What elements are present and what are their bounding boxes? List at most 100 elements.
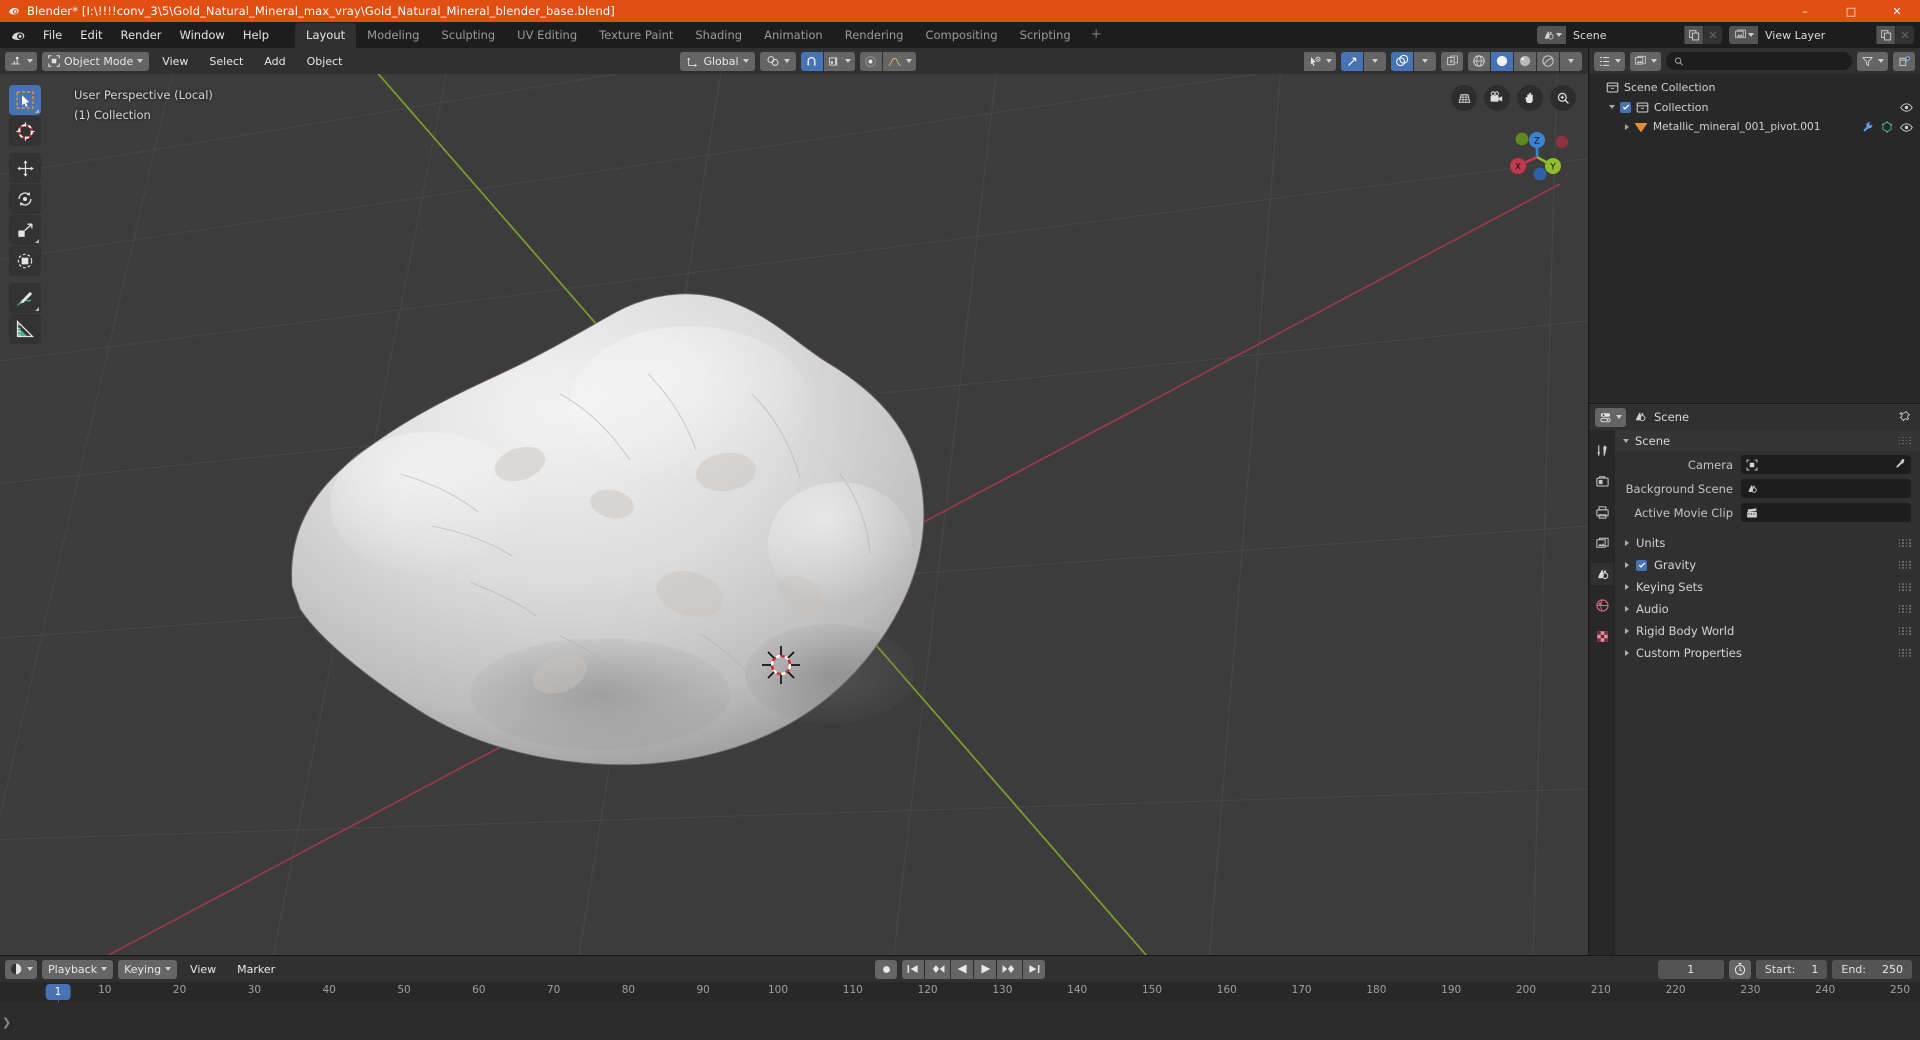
tab-output[interactable] <box>1591 501 1613 523</box>
disclosure-triangle-icon[interactable] <box>1625 584 1629 590</box>
play-button[interactable] <box>974 959 996 979</box>
jump-to-start-button[interactable] <box>902 959 924 979</box>
tab-modeling[interactable]: Modeling <box>356 23 430 48</box>
add-workspace-button[interactable]: + <box>1082 23 1111 48</box>
gravity-checkbox[interactable] <box>1636 559 1647 571</box>
outliner-row-scene-collection[interactable]: Scene Collection <box>1589 77 1920 97</box>
remove-view-layer-button[interactable]: ✕ <box>1895 26 1914 44</box>
previous-keyframe-button[interactable] <box>925 959 950 979</box>
menu-edit[interactable]: Edit <box>72 25 110 45</box>
current-frame-field[interactable]: 1 <box>1657 959 1724 979</box>
menu-help[interactable]: Help <box>235 25 277 45</box>
tab-layout[interactable]: Layout <box>295 23 357 48</box>
use-preview-range-button[interactable] <box>1728 959 1751 979</box>
blender-menu-icon[interactable] <box>10 27 27 44</box>
next-keyframe-button[interactable] <box>997 959 1022 979</box>
tab-tool[interactable] <box>1591 439 1613 461</box>
snap-target-selector[interactable] <box>823 51 855 71</box>
view-layer-name[interactable]: View Layer <box>1758 26 1876 44</box>
proportional-falloff-selector[interactable] <box>882 51 916 71</box>
shading-solid-button[interactable] <box>1491 51 1513 71</box>
xray-toggle-button[interactable] <box>1441 51 1463 71</box>
toggle-perspective-button[interactable] <box>1451 85 1477 111</box>
disclosure-triangle-icon[interactable] <box>1609 105 1615 109</box>
disclosure-triangle-icon[interactable] <box>1625 562 1629 568</box>
shading-rendered-button[interactable] <box>1537 51 1559 71</box>
background-scene-field[interactable] <box>1741 479 1911 498</box>
section-custom-properties[interactable]: Custom Properties <box>1615 643 1920 663</box>
camera-eyedropper-button[interactable] <box>1894 455 1906 474</box>
snap-toggle-button[interactable] <box>800 51 823 71</box>
tab-render[interactable] <box>1591 470 1613 492</box>
disclosure-triangle-icon[interactable] <box>1625 650 1629 656</box>
section-keying-sets[interactable]: Keying Sets <box>1615 577 1920 597</box>
editor-type-button[interactable] <box>5 51 37 71</box>
tab-sculpting[interactable]: Sculpting <box>430 23 506 48</box>
outliner-new-collection-button[interactable] <box>1893 51 1915 71</box>
outliner-search-box[interactable] <box>1666 52 1852 70</box>
properties-editor-type-button[interactable] <box>1595 407 1626 427</box>
eye-icon[interactable] <box>1900 122 1913 133</box>
pivot-point-selector[interactable] <box>759 51 796 71</box>
tool-move[interactable] <box>9 153 41 183</box>
viewport-menu-object[interactable]: Object <box>299 52 351 71</box>
shading-wireframe-button[interactable] <box>1468 51 1490 71</box>
pan-view-button[interactable] <box>1517 85 1543 111</box>
playback-menu[interactable]: Playback <box>42 959 114 979</box>
mesh-data-icon[interactable] <box>1881 121 1893 133</box>
keying-menu[interactable]: Keying <box>118 959 178 979</box>
outliner-filter-button[interactable] <box>1857 51 1888 71</box>
view-layer-selector[interactable]: View Layer ✕ <box>1729 26 1914 44</box>
tool-cursor[interactable] <box>9 116 41 146</box>
new-scene-button[interactable] <box>1684 26 1703 44</box>
gizmo-options-button[interactable] <box>1364 51 1386 71</box>
tool-measure[interactable] <box>9 314 41 344</box>
outliner-search-input[interactable] <box>1689 55 1844 67</box>
proportional-editing-toggle[interactable] <box>859 51 882 71</box>
modifier-wrench-icon[interactable] <box>1862 121 1874 133</box>
jump-to-end-button[interactable] <box>1023 959 1045 979</box>
timeline-menu-marker[interactable]: Marker <box>229 960 283 979</box>
viewport-menu-view[interactable]: View <box>154 52 196 71</box>
tab-texture[interactable] <box>1591 625 1613 647</box>
timeline-sidebar-toggle[interactable]: ❯ <box>2 1016 11 1029</box>
disclosure-triangle-icon[interactable] <box>1623 438 1629 443</box>
scene-name[interactable]: Scene <box>1566 26 1684 44</box>
disclosure-triangle-icon[interactable] <box>1625 606 1629 612</box>
pin-id-button[interactable] <box>1898 408 1911 427</box>
timeline-track-area[interactable]: ❯ <box>0 1002 1920 1040</box>
transform-orientation-selector[interactable]: Global <box>680 51 755 71</box>
scene-browse-button[interactable] <box>1537 26 1566 44</box>
tool-rotate[interactable] <box>9 184 41 214</box>
unlink-scene-button[interactable]: ✕ <box>1703 26 1722 44</box>
frame-start-field[interactable]: Start: 1 <box>1755 959 1828 979</box>
tab-animation[interactable]: Animation <box>753 23 834 48</box>
tool-scale[interactable] <box>9 215 41 245</box>
zoom-view-button[interactable] <box>1550 85 1576 111</box>
active-movie-clip-field[interactable] <box>1741 503 1911 522</box>
object-visibility-button[interactable] <box>1304 51 1336 71</box>
viewport-menu-add[interactable]: Add <box>256 52 293 71</box>
section-gravity[interactable]: Gravity <box>1615 555 1920 575</box>
menu-file[interactable]: File <box>35 25 70 45</box>
disclosure-triangle-icon[interactable] <box>1625 628 1629 634</box>
show-gizmo-button[interactable] <box>1341 51 1363 71</box>
object-mode-selector[interactable]: Object Mode <box>42 51 150 71</box>
section-units[interactable]: Units <box>1615 533 1920 553</box>
tab-world[interactable] <box>1591 594 1613 616</box>
eye-icon[interactable] <box>1900 102 1913 113</box>
minimize-button[interactable]: – <box>1782 0 1828 22</box>
mineral-rock-mesh[interactable] <box>0 74 1588 955</box>
tool-annotate[interactable] <box>9 283 41 313</box>
disclosure-triangle-icon[interactable] <box>1625 124 1629 130</box>
shading-options-button[interactable] <box>1560 51 1582 71</box>
outliner-row-object[interactable]: Metallic_mineral_001_pivot.001 <box>1589 117 1920 137</box>
timeline-menu-view[interactable]: View <box>182 960 224 979</box>
tab-texture-paint[interactable]: Texture Paint <box>588 23 684 48</box>
tool-transform[interactable] <box>9 246 41 276</box>
tab-compositing[interactable]: Compositing <box>914 23 1008 48</box>
close-button[interactable]: ✕ <box>1874 0 1920 22</box>
outliner-row-collection[interactable]: Collection <box>1589 97 1920 117</box>
new-view-layer-button[interactable] <box>1876 26 1895 44</box>
tool-select-box[interactable] <box>9 85 41 115</box>
